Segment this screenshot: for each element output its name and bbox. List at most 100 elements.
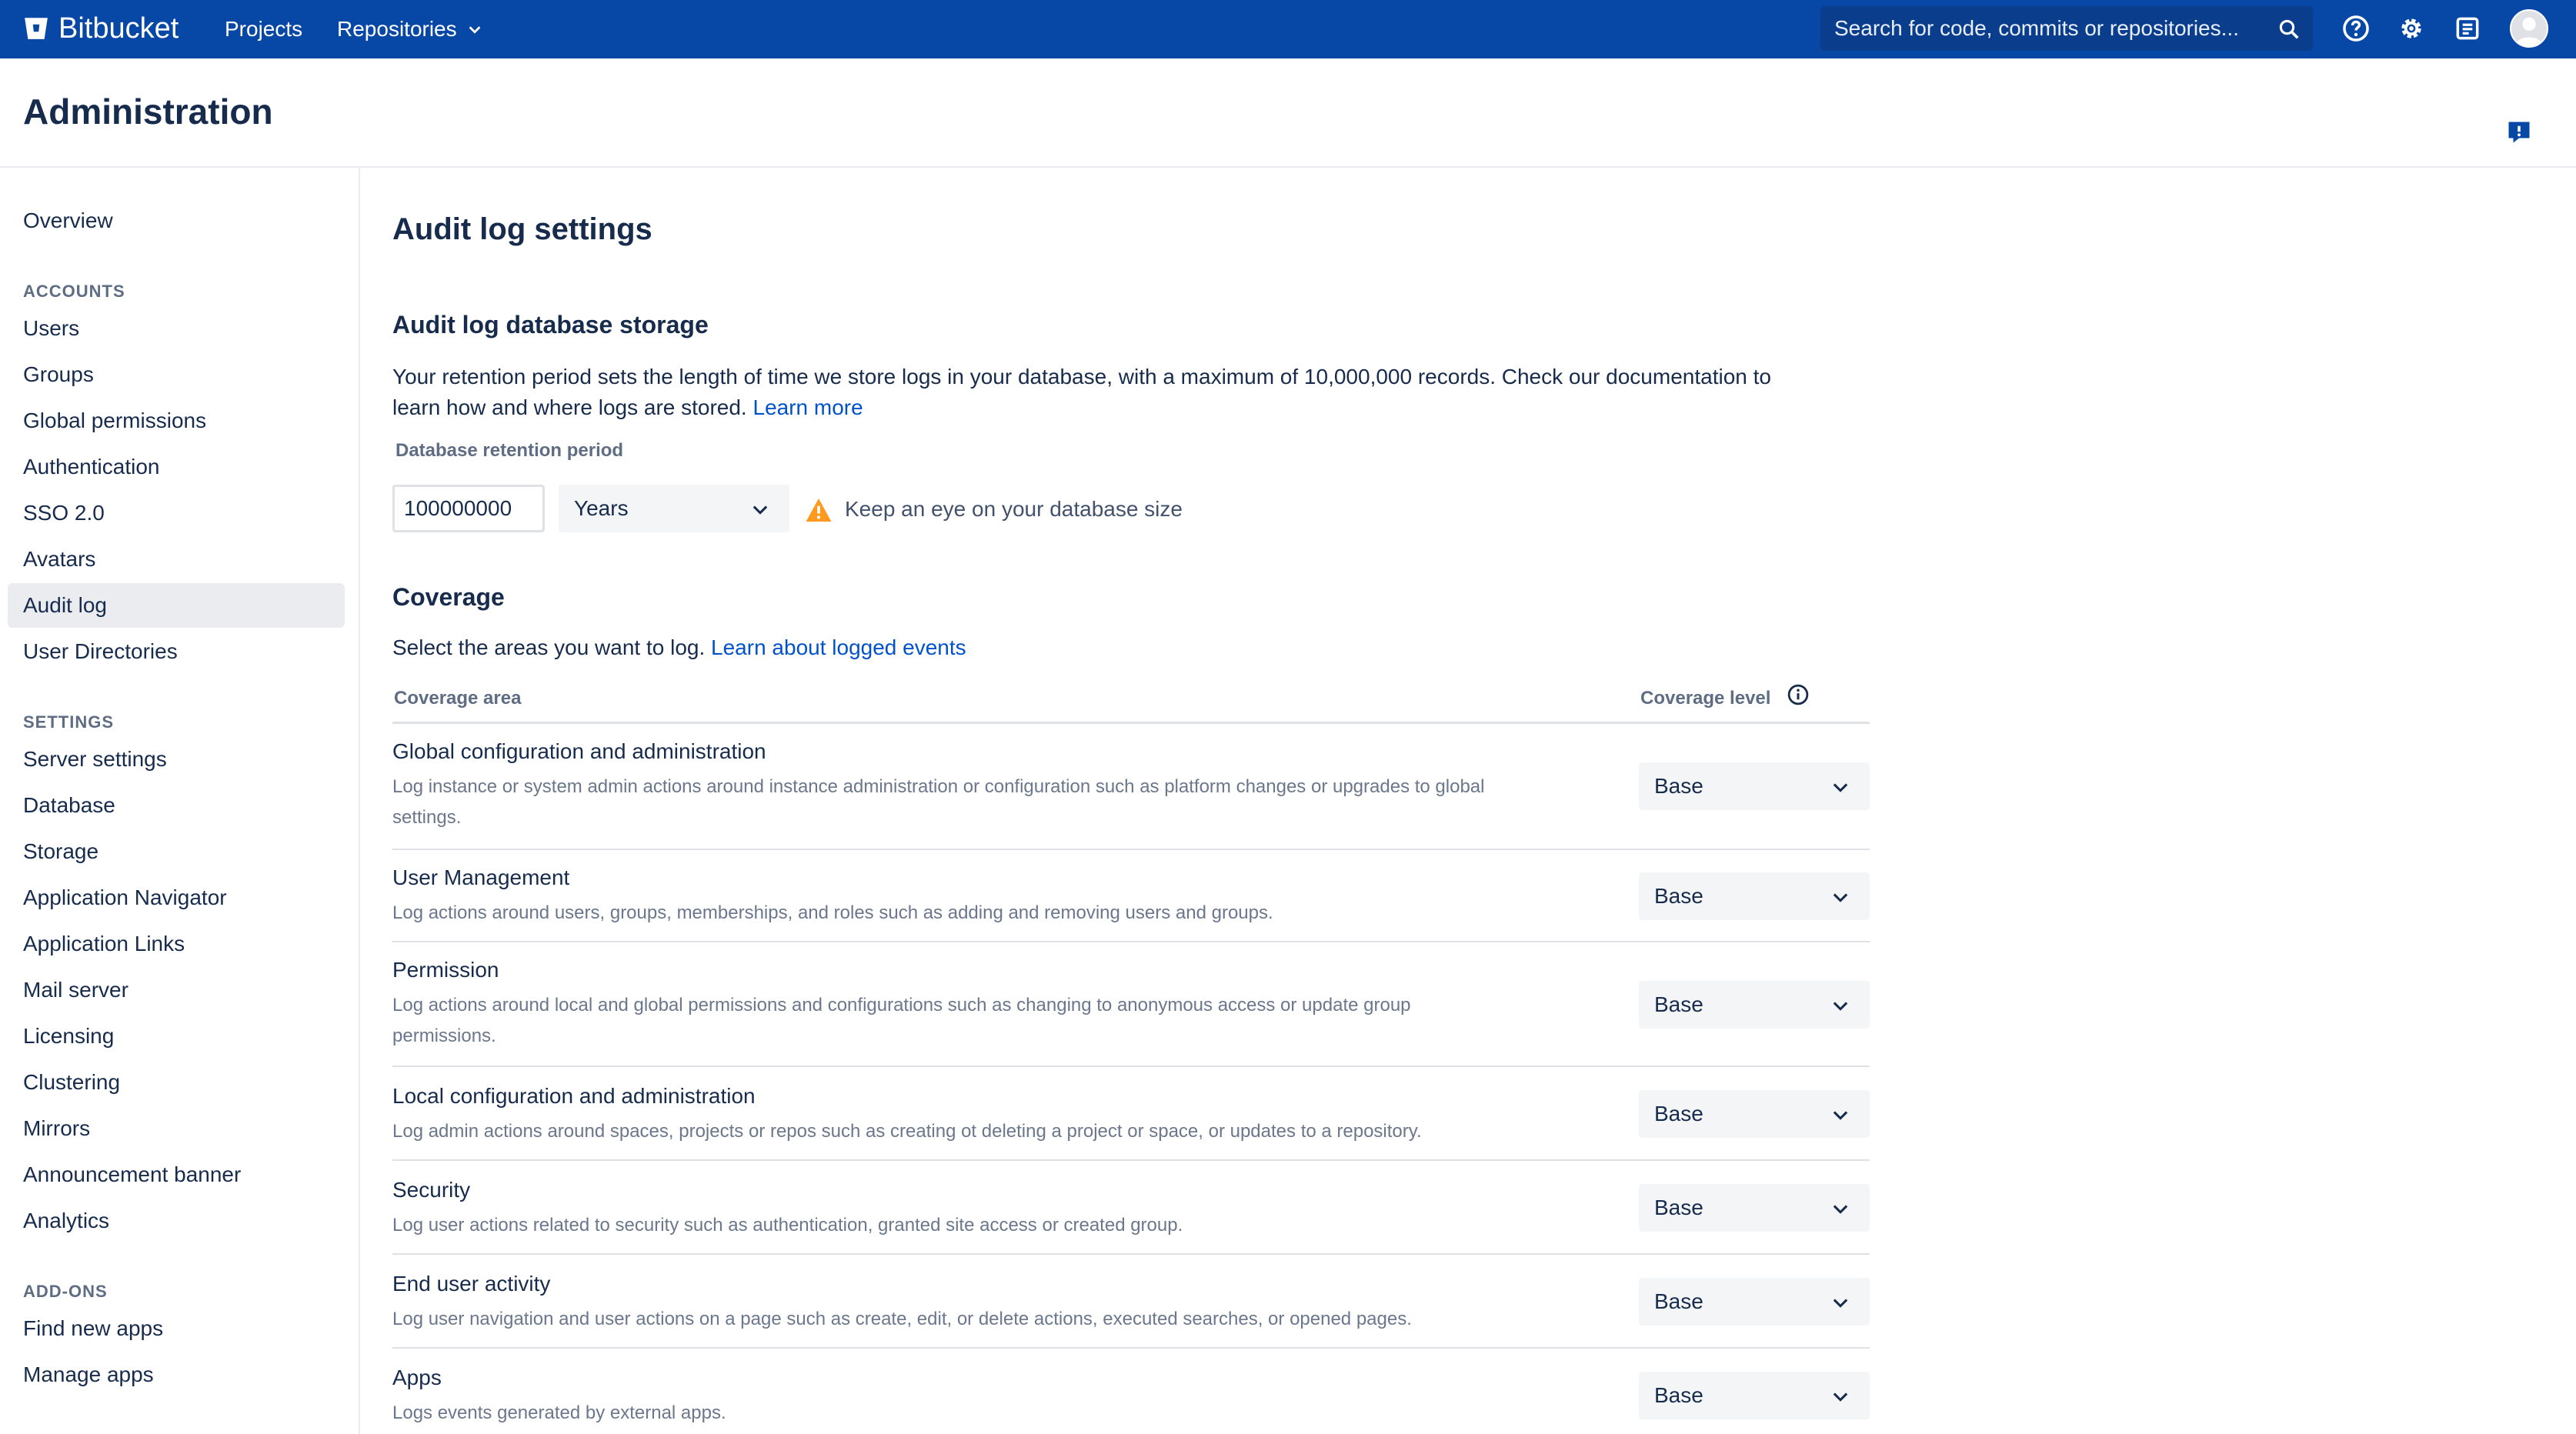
chevron-down-icon [1833, 783, 1848, 792]
chevron-down-icon [752, 505, 768, 515]
sidebar-item-audit-log[interactable]: Audit log [8, 583, 345, 628]
sidebar-item-global-permissions[interactable]: Global permissions [8, 399, 345, 443]
coverage-row-title: Permission [392, 958, 499, 982]
sidebar-item-analytics[interactable]: Analytics [8, 1199, 345, 1243]
sidebar-item-mirrors[interactable]: Mirrors [8, 1106, 345, 1151]
coverage-description: Select the areas you want to log. Learn … [392, 632, 966, 663]
sidebar-item-authentication[interactable]: Authentication [8, 445, 345, 489]
sidebar-item-sso[interactable]: SSO 2.0 [8, 491, 345, 535]
coverage-heading: Coverage [392, 583, 505, 611]
storage-description-line1: Your retention period sets the length of… [392, 365, 1771, 389]
warning-icon [806, 499, 832, 522]
coverage-level-value: Base [1654, 992, 1703, 1016]
feedback-icon[interactable] [2505, 118, 2533, 146]
coverage-row-description: Log actions around users, groups, member… [392, 902, 1273, 923]
chevron-down-icon [1833, 893, 1848, 902]
storage-description: Your retention period sets the length of… [392, 362, 1771, 423]
database-size-warning: Keep an eye on your database size [845, 497, 1183, 521]
search-placeholder: Search for code, commits or repositories… [1834, 16, 2239, 40]
bitbucket-logo[interactable]: Bitbucket [23, 8, 179, 48]
coverage-row-description-line1: Log actions around local and global perm… [392, 995, 1411, 1015]
brand-name: Bitbucket [58, 12, 179, 45]
coverage-row-title: User Management [392, 865, 570, 889]
coverage-row-title: Global configuration and administration [392, 739, 766, 763]
coverage-row-global-config: Global configuration and administration … [392, 724, 1870, 850]
sidebar-item-user-directories[interactable]: User Directories [8, 629, 345, 674]
coverage-level-select[interactable]: Base [1639, 1278, 1870, 1326]
column-header-level: Coverage level [1640, 688, 1771, 709]
user-avatar[interactable] [2510, 9, 2548, 48]
admin-sidebar: Overview ACCOUNTS Users Groups Global pe… [0, 168, 360, 1434]
chevron-down-icon [1833, 1111, 1848, 1120]
sidebar-item-avatars[interactable]: Avatars [8, 537, 345, 582]
coverage-row-title: Apps [392, 1366, 442, 1389]
coverage-row-apps: Apps Logs events generated by external a… [392, 1349, 1870, 1434]
sidebar-item-overview[interactable]: Overview [8, 198, 345, 243]
sidebar-heading-accounts: ACCOUNTS [23, 282, 125, 301]
sidebar-item-server-settings[interactable]: Server settings [8, 737, 345, 782]
sidebar-item-manage-apps[interactable]: Manage apps [8, 1352, 345, 1397]
top-navigation: Bitbucket Projects Repositories Search f… [0, 0, 2576, 58]
retention-unit-value: Years [574, 496, 629, 520]
retention-period-input[interactable] [392, 485, 545, 532]
chevron-down-icon [469, 26, 481, 34]
coverage-row-description: Log user navigation and user actions on … [392, 1309, 1412, 1329]
sidebar-item-application-navigator[interactable]: Application Navigator [8, 875, 345, 920]
coverage-row-title: End user activity [392, 1272, 551, 1296]
sidebar-item-mail-server[interactable]: Mail server [8, 968, 345, 1012]
coverage-row-description-line1: Log instance or system admin actions aro… [392, 776, 1485, 797]
coverage-row-description: Log user actions related to security suc… [392, 1215, 1183, 1236]
sidebar-item-find-new-apps[interactable]: Find new apps [8, 1306, 345, 1351]
nav-repositories[interactable]: Repositories [337, 0, 483, 58]
coverage-row-end-user-activity: End user activity Log user navigation an… [392, 1255, 1870, 1349]
coverage-level-select[interactable]: Base [1639, 981, 1870, 1029]
coverage-row-permission: Permission Log actions around local and … [392, 942, 1870, 1067]
sidebar-item-database[interactable]: Database [8, 783, 345, 828]
chevron-down-icon [1833, 1205, 1848, 1214]
coverage-level-select[interactable]: Base [1639, 762, 1870, 810]
sidebar-item-users[interactable]: Users [8, 306, 345, 351]
sidebar-heading-addons: ADD-ONS [23, 1282, 108, 1301]
sidebar-item-announcement-banner[interactable]: Announcement banner [8, 1152, 345, 1197]
sidebar-heading-settings: SETTINGS [23, 712, 115, 732]
sidebar-item-clustering[interactable]: Clustering [8, 1060, 345, 1105]
sidebar-item-storage[interactable]: Storage [8, 829, 345, 874]
coverage-row-description-line2: permissions. [392, 1025, 496, 1046]
coverage-level-select[interactable]: Base [1639, 1184, 1870, 1232]
coverage-level-value: Base [1654, 1289, 1703, 1313]
help-icon[interactable] [2341, 14, 2371, 43]
storage-description-text: learn how and where logs are stored. [392, 395, 747, 419]
coverage-row-security: Security Log user actions related to sec… [392, 1161, 1870, 1255]
coverage-row-description: Log admin actions around spaces, project… [392, 1121, 1422, 1142]
chevron-down-icon [1833, 1002, 1848, 1011]
coverage-level-value: Base [1654, 1383, 1703, 1407]
nav-repositories-label: Repositories [337, 17, 457, 41]
sidebar-item-licensing[interactable]: Licensing [8, 1014, 345, 1059]
coverage-row-local-config: Local configuration and administration L… [392, 1067, 1870, 1161]
coverage-row-title: Local configuration and administration [392, 1084, 756, 1108]
coverage-level-select[interactable]: Base [1639, 872, 1870, 920]
retention-unit-select[interactable]: Years [559, 485, 789, 532]
release-notes-icon[interactable] [2453, 14, 2482, 43]
column-header-area: Coverage area [394, 688, 522, 709]
coverage-level-value: Base [1654, 1196, 1703, 1219]
chevron-down-icon [1833, 1392, 1848, 1402]
coverage-level-select[interactable]: Base [1639, 1090, 1870, 1138]
page-title: Administration [23, 92, 273, 132]
coverage-row-description: Log actions around local and global perm… [392, 990, 1577, 1052]
coverage-level-value: Base [1654, 774, 1703, 798]
coverage-level-value: Base [1654, 884, 1703, 908]
logged-events-link[interactable]: Learn about logged events [711, 635, 966, 659]
coverage-level-select[interactable]: Base [1639, 1372, 1870, 1419]
sidebar-item-application-links[interactable]: Application Links [8, 922, 345, 966]
storage-heading: Audit log database storage [392, 311, 709, 338]
section-title: Audit log settings [392, 212, 652, 246]
learn-more-link[interactable]: Learn more [753, 395, 863, 419]
nav-projects[interactable]: Projects [225, 0, 302, 58]
info-icon[interactable] [1787, 683, 1810, 706]
storage-description-line2: learn how and where logs are stored. Lea… [392, 392, 1771, 423]
sidebar-item-groups[interactable]: Groups [8, 352, 345, 397]
search-input[interactable]: Search for code, commits or repositories… [1820, 6, 2313, 51]
user-icon [2515, 17, 2543, 46]
gear-icon[interactable] [2397, 14, 2426, 43]
